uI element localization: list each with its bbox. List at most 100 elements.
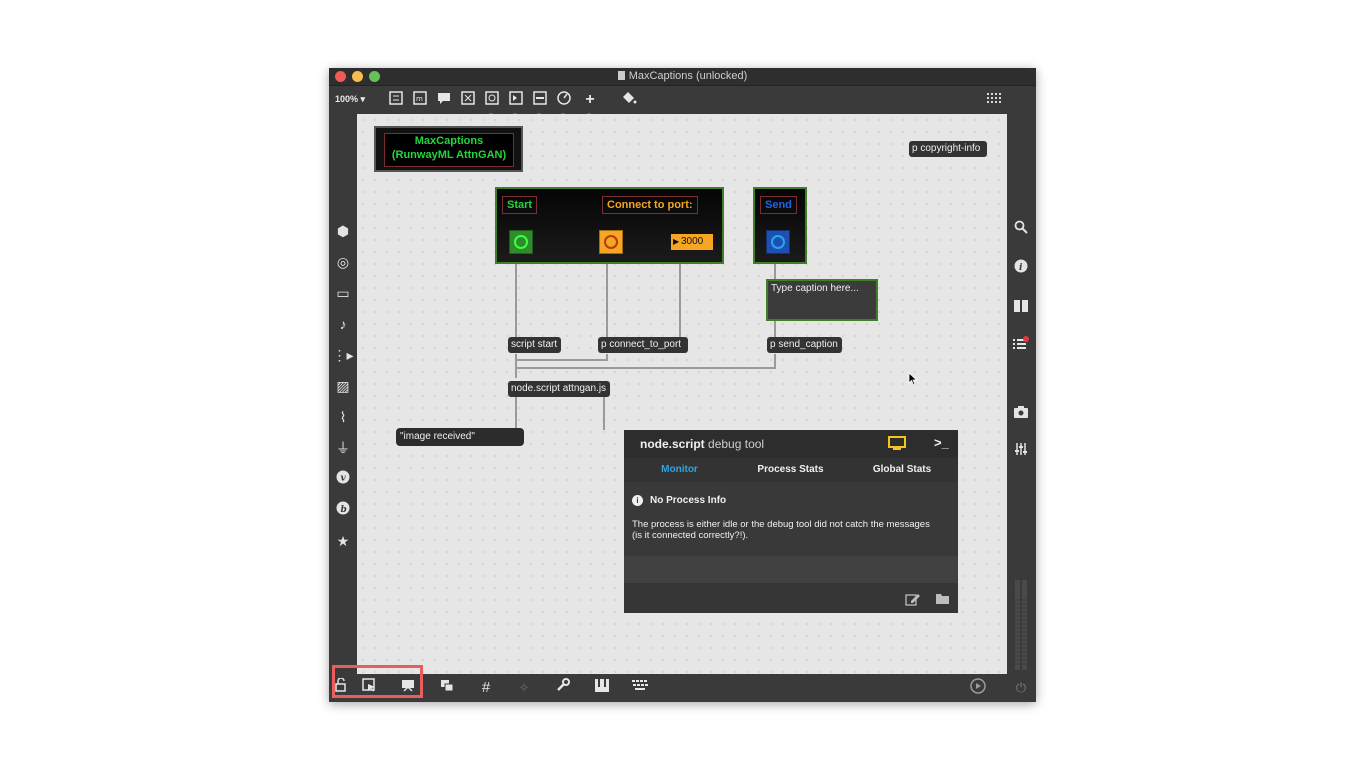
- connect-button[interactable]: [599, 230, 623, 254]
- debug-tool-body: i No Process Info The process is either …: [624, 482, 958, 556]
- patch-cord: [515, 354, 517, 378]
- debug-title-bold: node.script: [640, 437, 705, 451]
- port-value: 3000: [681, 236, 704, 247]
- info-text-line-2: (is it connected correctly?!).: [632, 530, 749, 541]
- svg-text:v: v: [341, 474, 347, 484]
- paperclip-icon[interactable]: ⌇: [332, 406, 354, 428]
- info-icon[interactable]: i: [1010, 257, 1032, 279]
- terminal-icon[interactable]: >_: [934, 435, 949, 450]
- playback-icon[interactable]: [967, 678, 989, 698]
- comment-icon[interactable]: [435, 91, 453, 109]
- power-icon[interactable]: ⏻: [1010, 678, 1032, 698]
- bottom-toolbar: # ✧ ⏻: [329, 674, 1036, 702]
- title-line-1: MaxCaptions: [414, 135, 484, 147]
- tab-monitor[interactable]: Monitor: [624, 458, 735, 482]
- window-title-label: MaxCaptions (unlocked): [628, 70, 748, 82]
- caption-placeholder: Type caption here...: [771, 283, 859, 294]
- debug-tool-tabs: Monitor Process Stats Global Stats: [624, 458, 958, 482]
- image-icon[interactable]: ▨: [332, 375, 354, 397]
- zoom-value: 100%: [335, 94, 359, 104]
- connect-to-port-object[interactable]: p connect_to_port: [598, 337, 688, 353]
- plug-icon[interactable]: ⏚: [332, 437, 354, 459]
- patcher-canvas[interactable]: MaxCaptions (RunwayML AttnGAN) p copyrig…: [357, 114, 1007, 674]
- copyright-info-object[interactable]: p copyright-info: [909, 141, 987, 157]
- paint-icon[interactable]: [620, 91, 638, 109]
- highlight-box: [332, 665, 423, 698]
- edit-icon[interactable]: [905, 592, 921, 611]
- v-badge-icon[interactable]: v: [332, 468, 354, 490]
- no-process-info-title: No Process Info: [650, 495, 727, 506]
- zoom-menu[interactable]: 100% ▾: [335, 94, 365, 105]
- camera-icon[interactable]: [1010, 402, 1032, 424]
- monitor-icon[interactable]: [888, 436, 906, 455]
- panels-icon[interactable]: [1010, 296, 1032, 318]
- node-script-object[interactable]: node.script attngan.js: [508, 381, 610, 397]
- send-button[interactable]: [766, 230, 790, 254]
- document-icon: [617, 71, 625, 80]
- title-bar: MaxCaptions (unlocked): [329, 68, 1036, 86]
- tab-process-stats[interactable]: Process Stats: [735, 458, 846, 482]
- windows-icon[interactable]: [436, 678, 458, 698]
- list-icon[interactable]: [1010, 334, 1032, 356]
- target-icon[interactable]: ◎: [332, 251, 354, 273]
- cube-icon[interactable]: ⬢: [332, 220, 354, 242]
- level-meter: [1013, 580, 1029, 670]
- mixer-icon[interactable]: [1010, 440, 1032, 462]
- debug-tool-footer: [624, 583, 958, 613]
- send-panel: Send: [753, 187, 807, 264]
- send-caption-object[interactable]: p send_caption: [767, 337, 842, 353]
- patch-cord: [603, 396, 605, 430]
- tab-global-stats[interactable]: Global Stats: [846, 458, 958, 482]
- title-panel: MaxCaptions (RunwayML AttnGAN): [374, 126, 523, 172]
- grid-icon[interactable]: #: [475, 678, 497, 698]
- star-icon[interactable]: ★: [332, 530, 354, 552]
- b-badge-icon[interactable]: b: [332, 499, 354, 521]
- start-button[interactable]: [509, 230, 533, 254]
- send-bang-icon: [771, 235, 785, 249]
- grid-pattern-icon[interactable]: [986, 91, 1004, 109]
- node-script-debug-tool: node.script debug tool >_ Monitor Proces…: [624, 430, 958, 613]
- keyboard-icon[interactable]: [629, 678, 651, 698]
- info-circle-icon: i: [632, 495, 643, 506]
- debug-tool-header: node.script debug tool >_: [624, 430, 958, 458]
- patch-cord: [515, 359, 608, 361]
- dial-icon[interactable]: ▼: [555, 91, 573, 119]
- patcher-toolbar: 100% ▾ m ▼ ▼ ▼ ▼ +▼: [329, 86, 1036, 119]
- control-panel: Start Connect to port: ▶ 3000: [495, 187, 724, 264]
- patch-cord: [774, 318, 776, 338]
- patch-cord: [517, 367, 776, 369]
- patch-cord: [606, 260, 608, 338]
- snap-icon[interactable]: ✧: [513, 678, 535, 698]
- title-comment: MaxCaptions (RunwayML AttnGAN): [384, 133, 514, 167]
- new-object-icon[interactable]: [387, 91, 405, 109]
- max-patcher-window: MaxCaptions (unlocked) 100% ▾ m ▼ ▼ ▼: [329, 68, 1036, 702]
- info-text-line-1: The process is either idle or the debug …: [632, 519, 930, 530]
- window-title: MaxCaptions (unlocked): [329, 70, 1036, 82]
- toggle-icon[interactable]: ▼: [483, 91, 501, 119]
- caption-textedit[interactable]: Type caption here...: [766, 279, 878, 321]
- send-label: Send: [760, 196, 797, 214]
- piano-icon[interactable]: [591, 678, 613, 698]
- sequence-icon[interactable]: ⋮▸: [332, 344, 354, 366]
- connect-label: Connect to port:: [602, 196, 698, 214]
- media-icon[interactable]: ▭: [332, 282, 354, 304]
- image-received-message[interactable]: "image received": [396, 428, 524, 446]
- no-process-info-text: The process is either idle or the debug …: [632, 519, 954, 541]
- message-icon[interactable]: m: [411, 91, 429, 109]
- button-icon[interactable]: [459, 91, 477, 109]
- number-icon[interactable]: ▼: [507, 91, 525, 119]
- slider-icon[interactable]: ▼: [531, 91, 549, 119]
- add-icon[interactable]: +▼: [581, 91, 599, 119]
- folder-icon[interactable]: [935, 592, 951, 610]
- wrench-icon[interactable]: [552, 678, 574, 698]
- debug-title-rest: debug tool: [708, 437, 765, 451]
- mouse-cursor-icon: [908, 372, 918, 391]
- start-label: Start: [502, 196, 538, 214]
- patch-cord: [515, 396, 517, 430]
- number-arrow-icon: ▶: [673, 237, 680, 246]
- script-start-object[interactable]: script start: [508, 337, 561, 353]
- svg-text:b: b: [341, 505, 347, 515]
- port-number-box[interactable]: ▶ 3000: [671, 234, 713, 250]
- music-note-icon[interactable]: ♪: [332, 313, 354, 335]
- search-icon[interactable]: [1010, 218, 1032, 240]
